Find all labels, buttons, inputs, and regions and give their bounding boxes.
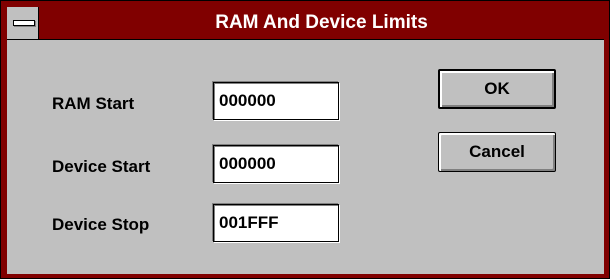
ok-button[interactable]: OK bbox=[438, 69, 556, 109]
device-stop-input[interactable] bbox=[213, 204, 339, 242]
device-start-label: Device Start bbox=[52, 157, 151, 176]
ram-start-label: RAM Start bbox=[52, 94, 135, 113]
system-menu-icon[interactable] bbox=[7, 7, 39, 39]
ram-device-limits-dialog: RAM And Device Limits RAM Start Device S… bbox=[0, 0, 610, 279]
cancel-button[interactable]: Cancel bbox=[438, 132, 556, 172]
device-stop-label: Device Stop bbox=[52, 215, 150, 234]
ram-start-input[interactable] bbox=[213, 82, 339, 120]
dialog-title: RAM And Device Limits bbox=[215, 12, 428, 33]
dialog-client-area: RAM Start Device Start Device Stop OK Ca… bbox=[7, 40, 604, 274]
system-menu-bar-glyph bbox=[13, 20, 35, 26]
title-bar[interactable]: RAM And Device Limits bbox=[7, 7, 604, 40]
device-start-input[interactable] bbox=[213, 145, 339, 183]
